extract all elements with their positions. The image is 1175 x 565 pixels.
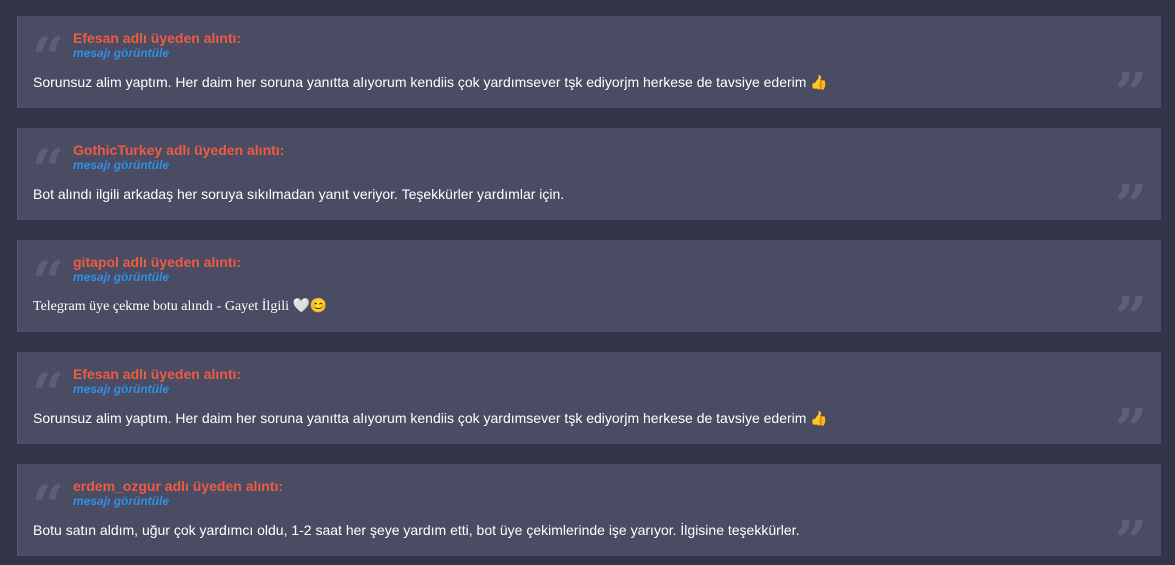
- quote-close-icon: ”: [1114, 173, 1147, 239]
- quote-thread: “ Efesan adlı üyeden alıntı: mesajı görü…: [0, 0, 1175, 565]
- quote-close-icon: ”: [1114, 509, 1147, 565]
- quote-text: Sorunsuz alim yaptım. Her daim her sorun…: [33, 410, 828, 426]
- quote-text: Telegram üye çekme botu alındı - Gayet İ…: [33, 299, 328, 314]
- quote-author[interactable]: Efesan adlı üyeden alıntı:: [73, 366, 241, 382]
- quote-block: “ GothicTurkey adlı üyeden alıntı: mesaj…: [17, 128, 1161, 234]
- quote-close-icon: ”: [1114, 285, 1147, 351]
- view-message-link[interactable]: mesajı görüntüle: [73, 158, 169, 172]
- quote-text: Botu satın aldım, uğur çok yardımcı oldu…: [33, 522, 800, 538]
- quote-close-icon: ”: [1114, 61, 1147, 127]
- quote-block: “ Efesan adlı üyeden alıntı: mesajı görü…: [17, 16, 1161, 122]
- quote-author[interactable]: GothicTurkey adlı üyeden alıntı:: [73, 142, 284, 158]
- quote-author[interactable]: gitapol adlı üyeden alıntı:: [73, 254, 241, 270]
- quote-block: “ Efesan adlı üyeden alıntı: mesajı görü…: [17, 352, 1161, 458]
- quote-author[interactable]: erdem_ozgur adlı üyeden alıntı:: [73, 478, 283, 494]
- quote-close-icon: ”: [1114, 397, 1147, 463]
- view-message-link[interactable]: mesajı görüntüle: [73, 270, 169, 284]
- quote-block: “ erdem_ozgur adlı üyeden alıntı: mesajı…: [17, 464, 1161, 565]
- quote-text: Sorunsuz alim yaptım. Her daim her sorun…: [33, 74, 828, 90]
- view-message-link[interactable]: mesajı görüntüle: [73, 382, 169, 396]
- quote-author[interactable]: Efesan adlı üyeden alıntı:: [73, 30, 241, 46]
- view-message-link[interactable]: mesajı görüntüle: [73, 494, 169, 508]
- quote-text: Bot alındı ilgili arkadaş her soruya sık…: [33, 186, 565, 202]
- view-message-link[interactable]: mesajı görüntüle: [73, 46, 169, 60]
- quote-block: “ gitapol adlı üyeden alıntı: mesajı gör…: [17, 240, 1161, 346]
